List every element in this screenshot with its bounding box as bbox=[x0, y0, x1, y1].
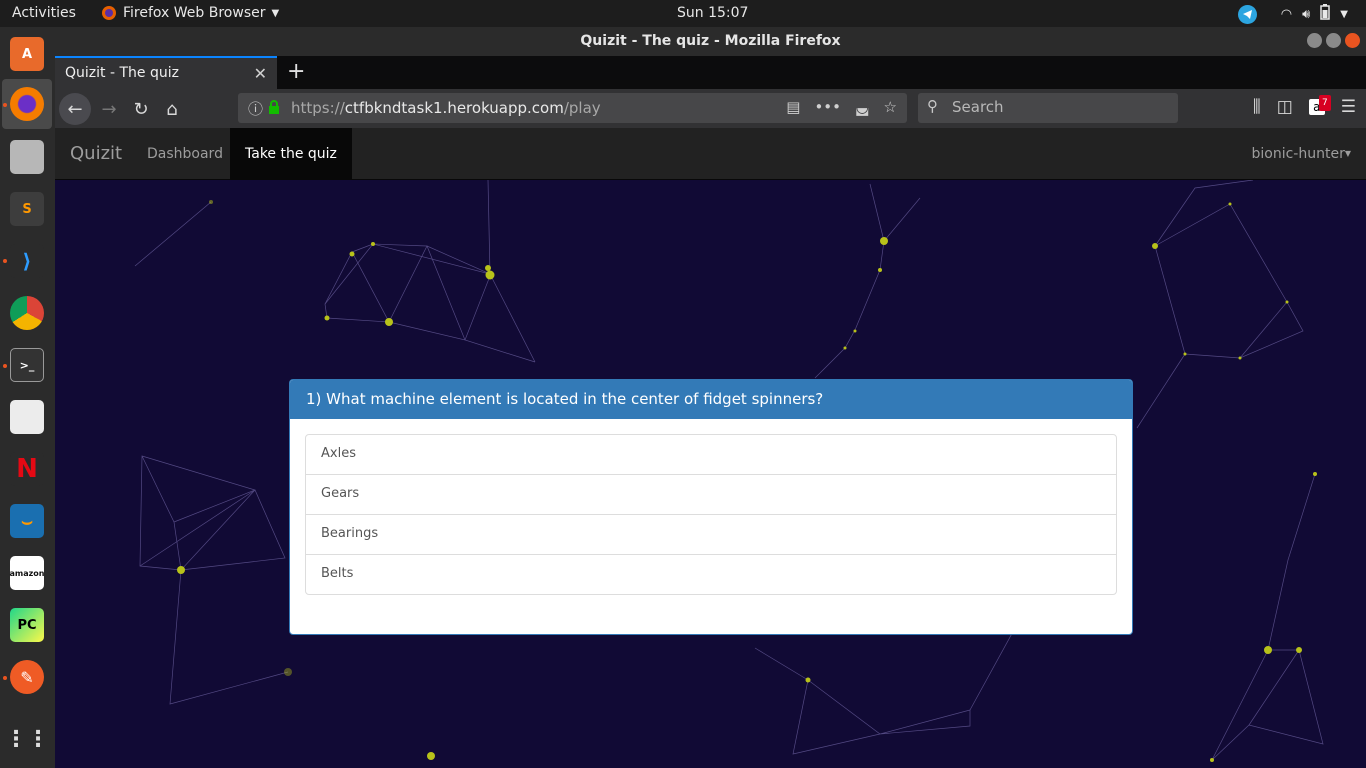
pocket-icon[interactable]: ◛ bbox=[855, 98, 870, 116]
amazon-icon[interactable]: amazon bbox=[10, 556, 45, 590]
close-button[interactable] bbox=[1345, 33, 1360, 48]
firefox-dock-icon[interactable] bbox=[10, 87, 44, 121]
url-bar[interactable]: ⓘ https://ctfbkndtask1.herokuapp.com/pla… bbox=[238, 93, 907, 123]
text-editor-icon[interactable] bbox=[10, 400, 44, 434]
postman-icon[interactable]: ✎ bbox=[10, 660, 44, 694]
nav-dashboard[interactable]: Dashboard bbox=[132, 128, 238, 180]
battery-icon bbox=[1320, 4, 1331, 24]
app-navbar: Quizit Dashboard Take the quiz bionic-hu… bbox=[55, 128, 1366, 180]
minimize-button[interactable] bbox=[1307, 33, 1322, 48]
vscode-icon[interactable]: ⟩ bbox=[10, 244, 44, 278]
running-indicator bbox=[3, 676, 7, 680]
url-scheme: https:// bbox=[291, 99, 345, 117]
firefox-icon bbox=[102, 6, 116, 20]
tab-title: Quizit - The quiz bbox=[65, 65, 179, 81]
answer-option[interactable]: Axles bbox=[305, 434, 1117, 475]
sublime-text-icon[interactable]: S bbox=[10, 192, 44, 226]
new-tab-button[interactable]: + bbox=[287, 59, 305, 84]
answer-list: Axles Gears Bearings Belts bbox=[305, 434, 1117, 595]
system-tray[interactable]: ◠ 🔊︎ ▼ bbox=[1237, 4, 1348, 24]
chevron-down-icon: ▼ bbox=[271, 7, 280, 19]
window-titlebar: Quizit - The quiz - Mozilla Firefox bbox=[55, 27, 1366, 56]
chrome-icon[interactable] bbox=[10, 296, 44, 330]
user-name: bionic-hunter bbox=[1251, 146, 1345, 162]
show-applications-icon[interactable]: ⋮⋮ bbox=[5, 722, 49, 756]
wifi-icon: ◠ bbox=[1280, 6, 1293, 22]
search-icon: ⚲ bbox=[927, 97, 938, 115]
pycharm-icon[interactable]: PC bbox=[10, 608, 44, 642]
clock[interactable]: Sun 15:07 bbox=[677, 5, 748, 21]
app-menu[interactable]: Firefox Web Browser ▼ bbox=[101, 5, 279, 21]
sidebar-icon[interactable]: ◫ bbox=[1277, 97, 1293, 117]
answer-option[interactable]: Gears bbox=[305, 474, 1117, 515]
volume-icon: 🔊︎ bbox=[1302, 6, 1311, 22]
telegram-icon[interactable] bbox=[1237, 4, 1257, 24]
search-bar[interactable]: ⚲ Search bbox=[918, 93, 1178, 123]
library-icon[interactable]: ⫼ bbox=[1253, 97, 1261, 117]
page-actions-icon[interactable]: ••• bbox=[814, 98, 841, 116]
activities-button[interactable]: Activities bbox=[12, 5, 76, 21]
reader-view-icon[interactable]: ▤ bbox=[786, 98, 800, 116]
bookmark-star-icon[interactable]: ☆ bbox=[884, 98, 897, 116]
search-placeholder: Search bbox=[952, 98, 1004, 116]
extension-badge: 7 bbox=[1319, 95, 1331, 111]
tab-strip: Quizit - The quiz ✕ + bbox=[55, 56, 1366, 89]
chevron-down-icon: ▼ bbox=[1340, 8, 1348, 20]
menu-icon[interactable]: ☰ bbox=[1341, 97, 1356, 117]
netflix-icon[interactable]: N bbox=[10, 452, 44, 486]
question-text: 1) What machine element is located in th… bbox=[290, 380, 1132, 419]
forward-button[interactable]: → bbox=[93, 93, 125, 125]
answer-option[interactable]: Belts bbox=[305, 554, 1117, 595]
navigation-toolbar: ← → ↻ ⌂ ⓘ https://ctfbkndtask1.herokuapp… bbox=[55, 89, 1366, 128]
running-indicator bbox=[3, 259, 7, 263]
running-indicator bbox=[3, 364, 7, 368]
file-manager-icon[interactable] bbox=[10, 140, 44, 174]
page-viewport: Quizit Dashboard Take the quiz bionic-hu… bbox=[55, 128, 1366, 768]
caret-down-icon: ▼ bbox=[1344, 149, 1351, 158]
brand-link[interactable]: Quizit bbox=[70, 143, 122, 164]
info-icon[interactable]: ⓘ bbox=[248, 98, 263, 119]
dock: A S ⟩ >_ N ⌣ amazon PC ✎ ⋮⋮ bbox=[0, 27, 55, 768]
user-menu[interactable]: bionic-hunter▼ bbox=[1252, 128, 1352, 180]
answer-option[interactable]: Bearings bbox=[305, 514, 1117, 555]
system-top-bar: Activities Firefox Web Browser ▼ Sun 15:… bbox=[0, 0, 1366, 27]
lock-icon[interactable] bbox=[268, 100, 280, 115]
close-tab-icon[interactable]: ✕ bbox=[254, 64, 267, 83]
amazon-video-icon[interactable]: ⌣ bbox=[10, 504, 44, 538]
home-button[interactable]: ⌂ bbox=[156, 93, 188, 125]
url-host: ctfbkndtask1.herokuapp.com bbox=[344, 99, 564, 117]
question-panel: 1) What machine element is located in th… bbox=[289, 379, 1133, 635]
running-indicator bbox=[3, 103, 7, 107]
amazon-extension-icon[interactable]: a7 bbox=[1308, 95, 1331, 115]
software-center-icon[interactable]: A bbox=[10, 37, 44, 71]
nav-take-the-quiz[interactable]: Take the quiz bbox=[230, 128, 352, 180]
window-title: Quizit - The quiz - Mozilla Firefox bbox=[580, 33, 841, 49]
back-button[interactable]: ← bbox=[59, 93, 91, 125]
maximize-button[interactable] bbox=[1326, 33, 1341, 48]
terminal-icon[interactable]: >_ bbox=[10, 348, 44, 382]
url-path: /play bbox=[563, 99, 601, 117]
reload-button[interactable]: ↻ bbox=[125, 93, 157, 125]
tab-quizit[interactable]: Quizit - The quiz ✕ bbox=[55, 56, 277, 89]
app-menu-label: Firefox Web Browser bbox=[123, 5, 266, 21]
url-text: https://ctfbkndtask1.herokuapp.com/play bbox=[291, 99, 601, 117]
